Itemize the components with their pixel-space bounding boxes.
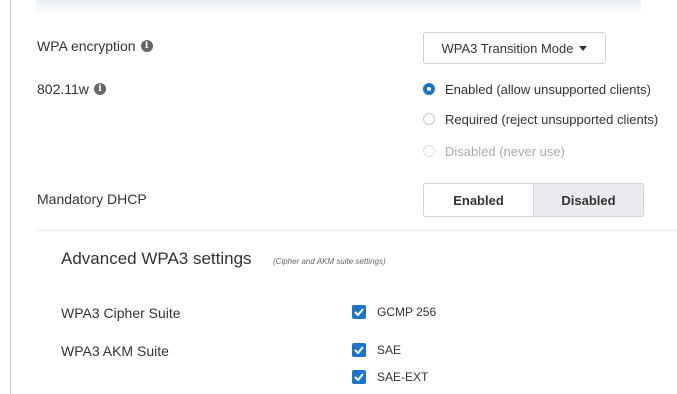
wpa-encryption-label-text: WPA encryption bbox=[37, 38, 136, 54]
advanced-wpa3-title: Advanced WPA3 settings bbox=[61, 249, 252, 268]
radio-dot11w-disabled: Disabled (never use) bbox=[423, 143, 565, 159]
wpa3-akm-suite-label: WPA3 AKM Suite bbox=[61, 343, 169, 359]
checkbox-label: SAE bbox=[377, 343, 402, 357]
radio-dot11w-required[interactable]: Required (reject unsupported clients) bbox=[423, 111, 658, 127]
radio-selected-icon bbox=[423, 83, 435, 95]
radio-label: Enabled (allow unsupported clients) bbox=[445, 81, 651, 97]
wpa3-cipher-suite-label: WPA3 Cipher Suite bbox=[61, 305, 181, 321]
wpa-encryption-selected: WPA3 Transition Mode bbox=[441, 40, 574, 56]
wpa-encryption-dropdown[interactable]: WPA3 Transition Mode bbox=[423, 32, 606, 64]
checkbox-gcmp-256[interactable]: GCMP 256 bbox=[352, 304, 436, 320]
ssid-access-control-panel: WPA encryption i WPA3 Transition Mode 80… bbox=[0, 0, 677, 394]
chevron-down-icon bbox=[579, 45, 588, 51]
wpa3-cipher-suite-label-text: WPA3 Cipher Suite bbox=[61, 305, 181, 321]
radio-dot11w-enabled[interactable]: Enabled (allow unsupported clients) bbox=[423, 81, 651, 97]
dot11w-label: 802.11w i bbox=[37, 81, 106, 97]
mandatory-dhcp-label: Mandatory DHCP bbox=[37, 191, 147, 207]
info-icon[interactable]: i bbox=[93, 83, 106, 95]
checkmark-icon bbox=[352, 343, 366, 357]
section-divider bbox=[37, 230, 677, 231]
dhcp-enabled-button[interactable]: Enabled bbox=[424, 184, 533, 216]
checkmark-icon bbox=[352, 305, 366, 319]
checkbox-sae-ext[interactable]: SAE-EXT bbox=[352, 369, 428, 385]
checkbox-label: SAE-EXT bbox=[377, 370, 429, 384]
radio-disabled-icon bbox=[423, 145, 435, 157]
advanced-wpa3-subtitle: (Cipher and AKM suite settings) bbox=[273, 257, 386, 266]
radio-unselected-icon bbox=[423, 113, 435, 125]
mandatory-dhcp-label-text: Mandatory DHCP bbox=[37, 191, 147, 207]
header-shadow bbox=[36, 0, 641, 14]
dhcp-disabled-button[interactable]: Disabled bbox=[533, 184, 643, 216]
radio-label: Disabled (never use) bbox=[445, 143, 565, 159]
panel-left-border bbox=[10, 0, 11, 394]
dot11w-label-text: 802.11w bbox=[37, 81, 89, 97]
wpa-encryption-label: WPA encryption i bbox=[37, 38, 153, 54]
checkmark-icon bbox=[352, 370, 366, 384]
checkbox-label: GCMP 256 bbox=[377, 305, 437, 319]
info-icon[interactable]: i bbox=[140, 40, 153, 52]
checkbox-sae[interactable]: SAE bbox=[352, 342, 401, 358]
wpa3-akm-suite-label-text: WPA3 AKM Suite bbox=[61, 343, 169, 359]
mandatory-dhcp-toggle: Enabled Disabled bbox=[423, 183, 644, 217]
radio-label: Required (reject unsupported clients) bbox=[445, 111, 659, 127]
